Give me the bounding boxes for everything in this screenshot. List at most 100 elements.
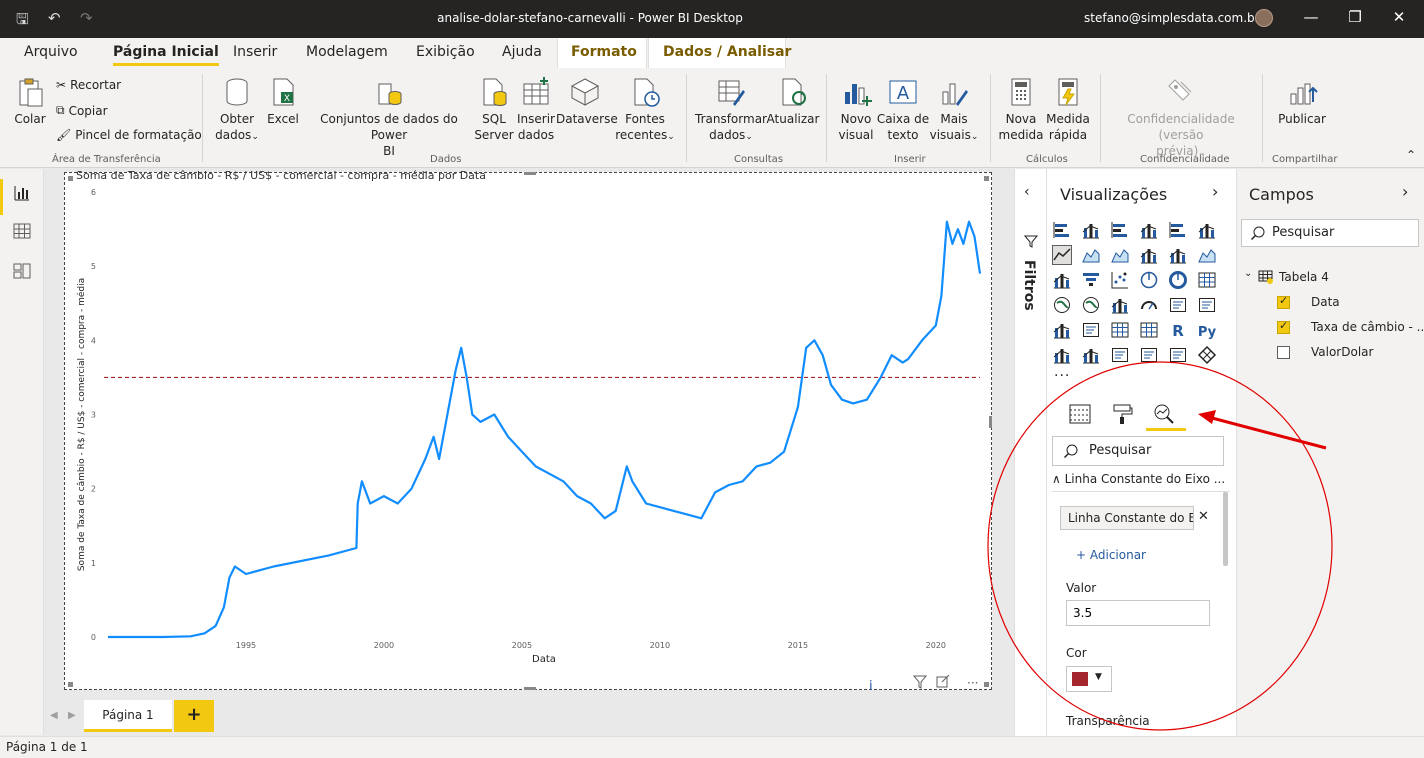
- map-icon[interactable]: [1052, 295, 1072, 315]
- ribbon-chart-icon[interactable]: [1197, 245, 1217, 265]
- table-name[interactable]: Tabela 4: [1279, 270, 1329, 284]
- more-visuals-button[interactable]: Mais visuais⌄: [928, 76, 980, 145]
- avatar[interactable]: [1255, 9, 1273, 27]
- multirow-card-icon[interactable]: [1197, 295, 1217, 315]
- decomposition-tree-icon[interactable]: [1081, 345, 1101, 365]
- funnel-icon[interactable]: [1024, 234, 1038, 248]
- tab-inserir[interactable]: Inserir: [233, 44, 277, 60]
- more-options-icon[interactable]: ···: [967, 676, 978, 690]
- kpi-icon[interactable]: [1052, 320, 1072, 340]
- fields-tab-icon[interactable]: [1068, 402, 1092, 426]
- cut-button[interactable]: ✂ Recortar: [56, 78, 121, 92]
- close-icon[interactable]: ✕: [1384, 8, 1414, 26]
- area-chart-icon[interactable]: [1081, 245, 1101, 265]
- fields-search-input[interactable]: Pesquisar: [1241, 219, 1419, 247]
- paginated-report-icon[interactable]: [1168, 345, 1188, 365]
- page-tab-1[interactable]: Página 1: [84, 700, 172, 732]
- tab-formato[interactable]: Formato: [571, 44, 637, 60]
- data-view-icon[interactable]: [12, 221, 32, 241]
- clustered-column-icon[interactable]: [1139, 220, 1159, 240]
- chevron-right-icon[interactable]: ›: [1402, 182, 1408, 201]
- card-icon[interactable]: [1168, 295, 1188, 315]
- constant-line-section-header[interactable]: ∧ Linha Constante do Eixo ...: [1052, 472, 1230, 492]
- restore-icon[interactable]: ❐: [1340, 8, 1370, 26]
- clustered-bar-icon[interactable]: [1110, 220, 1130, 240]
- stacked-bar-icon[interactable]: [1052, 220, 1072, 240]
- chevron-right-icon[interactable]: ›: [1212, 182, 1218, 201]
- slicer-icon[interactable]: [1081, 320, 1101, 340]
- field-item[interactable]: ValorDolar: [1311, 345, 1373, 359]
- tab-arquivo[interactable]: Arquivo: [24, 44, 78, 60]
- field-item[interactable]: Data: [1311, 295, 1340, 309]
- key-influencers-icon[interactable]: [1052, 345, 1072, 365]
- analytics-search-input[interactable]: Pesquisar: [1052, 436, 1224, 466]
- recent-sources-button[interactable]: Fontes recentes⌄: [614, 76, 676, 145]
- tab-modelagem[interactable]: Modelagem: [306, 44, 388, 60]
- tab-pagina-inicial[interactable]: Página Inicial: [113, 44, 219, 66]
- funnel-chart-icon[interactable]: [1081, 270, 1101, 290]
- 100-column-icon[interactable]: [1197, 220, 1217, 240]
- shape-map-icon[interactable]: [1110, 295, 1130, 315]
- stacked-area-icon[interactable]: [1110, 245, 1130, 265]
- paint-roller-icon[interactable]: [1110, 402, 1134, 426]
- collapse-ribbon-icon[interactable]: ⌃: [1406, 148, 1416, 162]
- constant-line-chip[interactable]: Linha Constante do Eixo Y: [1060, 506, 1194, 530]
- user-email[interactable]: stefano@simplesdata.com.br: [1084, 11, 1260, 25]
- field-checkbox[interactable]: [1277, 294, 1290, 309]
- scatter-icon[interactable]: [1110, 270, 1130, 290]
- next-page-icon[interactable]: ▶: [68, 710, 76, 721]
- prev-page-icon[interactable]: ◀: [50, 710, 58, 721]
- field-checkbox[interactable]: [1277, 319, 1290, 334]
- qa-icon[interactable]: [1110, 345, 1130, 365]
- add-line-button[interactable]: + Adicionar: [1076, 548, 1146, 562]
- get-data-button[interactable]: Obter dados⌄: [210, 76, 264, 145]
- matrix-icon[interactable]: [1139, 320, 1159, 340]
- line-chart-icon[interactable]: [1052, 245, 1072, 265]
- publish-button[interactable]: Publicar: [1274, 76, 1330, 127]
- 100-bar-icon[interactable]: [1168, 220, 1188, 240]
- chevron-left-icon[interactable]: ‹: [1024, 184, 1030, 200]
- copy-button[interactable]: ⧉ Copiar: [56, 103, 108, 118]
- filters-pane[interactable]: [1014, 169, 1046, 736]
- value-input[interactable]: [1066, 600, 1210, 626]
- sql-server-button[interactable]: SQL Server: [474, 76, 514, 143]
- stacked-column-icon[interactable]: [1081, 220, 1101, 240]
- filter-icon[interactable]: [912, 675, 928, 689]
- donut-icon[interactable]: [1168, 270, 1188, 290]
- pie-icon[interactable]: [1139, 270, 1159, 290]
- close-icon[interactable]: ✕: [1198, 509, 1209, 524]
- focus-mode-icon[interactable]: [936, 674, 950, 688]
- filled-map-icon[interactable]: [1081, 295, 1101, 315]
- table-visual-icon[interactable]: [1110, 320, 1130, 340]
- smart-narrative-icon[interactable]: [1139, 345, 1159, 365]
- python-visual-icon[interactable]: Py: [1197, 320, 1217, 340]
- dataverse-button[interactable]: Dataverse: [556, 76, 618, 127]
- field-checkbox[interactable]: [1277, 346, 1290, 359]
- field-item[interactable]: Taxa de câmbio - ...: [1311, 320, 1424, 334]
- format-painter-button[interactable]: 🖌 Pincel de formatação: [56, 128, 202, 142]
- filters-title[interactable]: Filtros: [1021, 260, 1037, 311]
- paste-button[interactable]: Colar: [10, 76, 50, 127]
- waterfall-icon[interactable]: [1052, 270, 1072, 290]
- excel-button[interactable]: X Excel: [264, 76, 302, 127]
- minimize-icon[interactable]: —: [1296, 8, 1326, 26]
- line-chart[interactable]: 0 1 2 3 4 5 6 1995 2000 2005 2010 2015 2020 Data Soma …: [64, 172, 992, 690]
- text-box-button[interactable]: A Caixa de texto: [876, 76, 930, 143]
- new-measure-button[interactable]: Nova medida: [998, 76, 1044, 143]
- refresh-button[interactable]: Atualizar: [766, 76, 820, 127]
- enter-data-button[interactable]: Inserir dados: [514, 76, 558, 143]
- gauge-icon[interactable]: [1139, 295, 1159, 315]
- analytics-magnifier-icon[interactable]: [1152, 402, 1176, 426]
- tab-dados-analisar[interactable]: Dados / Analisar: [663, 44, 791, 60]
- new-visual-button[interactable]: Novo visual: [836, 76, 876, 143]
- r-visual-icon[interactable]: R: [1168, 320, 1188, 340]
- more-options-icon[interactable]: ···: [1054, 368, 1070, 384]
- treemap-icon[interactable]: [1197, 270, 1217, 290]
- power-apps-icon[interactable]: [1197, 345, 1217, 365]
- power-bi-datasets-button[interactable]: Conjuntos de dados do Power BI: [304, 76, 474, 159]
- quick-measure-button[interactable]: Medida rápida: [1044, 76, 1092, 143]
- transform-data-button[interactable]: Transformar dados⌄: [694, 76, 768, 145]
- model-view-icon[interactable]: [12, 261, 32, 281]
- tab-exibicao[interactable]: Exibição: [416, 44, 475, 60]
- sensitivity-button[interactable]: Confidencialidade (versão prévia)⌄: [1104, 76, 1258, 161]
